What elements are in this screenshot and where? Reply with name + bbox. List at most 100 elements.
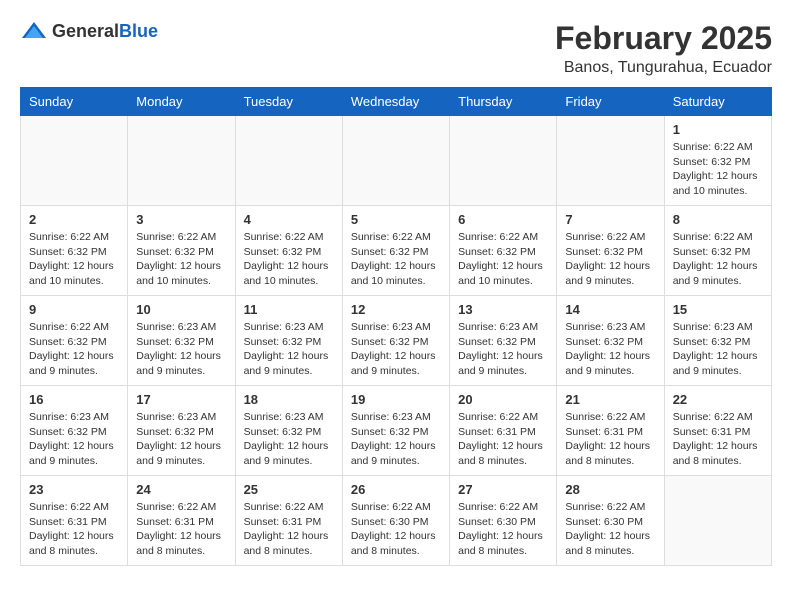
day-info: Sunrise: 6:22 AM Sunset: 6:32 PM Dayligh…	[673, 140, 763, 199]
logo-icon	[20, 20, 48, 42]
day-number: 14	[565, 302, 655, 317]
day-info: Sunrise: 6:23 AM Sunset: 6:32 PM Dayligh…	[29, 410, 119, 469]
calendar-cell	[21, 116, 128, 206]
calendar-cell: 14 Sunrise: 6:23 AM Sunset: 6:32 PM Dayli…	[557, 296, 664, 386]
calendar-cell: 10 Sunrise: 6:23 AM Sunset: 6:32 PM Dayli…	[128, 296, 235, 386]
calendar-cell: 5 Sunrise: 6:22 AM Sunset: 6:32 PM Daylig…	[342, 206, 449, 296]
day-number: 20	[458, 392, 548, 407]
calendar-week-row: 9Sunrise: 6:22 AM Sunset: 6:32 PM Daylig…	[21, 296, 772, 386]
day-info: Sunrise: 6:22 AM Sunset: 6:32 PM Dayligh…	[136, 230, 226, 289]
calendar-cell: 16 Sunrise: 6:23 AM Sunset: 6:32 PM Dayli…	[21, 386, 128, 476]
location-title: Banos, Tungurahua, Ecuador	[555, 59, 772, 77]
logo: GeneralBlue	[20, 20, 158, 42]
calendar-cell: 2Sunrise: 6:22 AM Sunset: 6:32 PM Daylig…	[21, 206, 128, 296]
calendar-cell: 19 Sunrise: 6:23 AM Sunset: 6:32 PM Dayli…	[342, 386, 449, 476]
calendar-cell: 23 Sunrise: 6:22 AM Sunset: 6:31 PM Dayli…	[21, 476, 128, 566]
calendar-cell	[450, 116, 557, 206]
day-info: Sunrise: 6:23 AM Sunset: 6:32 PM Dayligh…	[244, 320, 334, 379]
calendar-cell: 28 Sunrise: 6:22 AM Sunset: 6:30 PM Dayli…	[557, 476, 664, 566]
day-info: Sunrise: 6:23 AM Sunset: 6:32 PM Dayligh…	[244, 410, 334, 469]
day-info: Sunrise: 6:22 AM Sunset: 6:31 PM Dayligh…	[244, 500, 334, 559]
calendar-cell: 6 Sunrise: 6:22 AM Sunset: 6:32 PM Daylig…	[450, 206, 557, 296]
day-number: 19	[351, 392, 441, 407]
day-info: Sunrise: 6:23 AM Sunset: 6:32 PM Dayligh…	[351, 410, 441, 469]
day-number: 16	[29, 392, 119, 407]
calendar-cell: 12 Sunrise: 6:23 AM Sunset: 6:32 PM Dayli…	[342, 296, 449, 386]
day-number: 1	[673, 122, 763, 137]
day-number: 18	[244, 392, 334, 407]
calendar-cell	[557, 116, 664, 206]
calendar-cell: 1 Sunrise: 6:22 AM Sunset: 6:32 PM Daylig…	[664, 116, 771, 206]
logo-blue: Blue	[119, 21, 158, 41]
day-info: Sunrise: 6:22 AM Sunset: 6:31 PM Dayligh…	[29, 500, 119, 559]
day-number: 7	[565, 212, 655, 227]
day-info: Sunrise: 6:22 AM Sunset: 6:32 PM Dayligh…	[29, 320, 119, 379]
day-info: Sunrise: 6:23 AM Sunset: 6:32 PM Dayligh…	[673, 320, 763, 379]
calendar-cell: 20 Sunrise: 6:22 AM Sunset: 6:31 PM Dayli…	[450, 386, 557, 476]
day-info: Sunrise: 6:23 AM Sunset: 6:32 PM Dayligh…	[136, 410, 226, 469]
day-number: 17	[136, 392, 226, 407]
day-number: 22	[673, 392, 763, 407]
day-number: 10	[136, 302, 226, 317]
calendar-cell: 15 Sunrise: 6:23 AM Sunset: 6:32 PM Dayli…	[664, 296, 771, 386]
calendar-cell: 25 Sunrise: 6:22 AM Sunset: 6:31 PM Dayli…	[235, 476, 342, 566]
day-info: Sunrise: 6:22 AM Sunset: 6:31 PM Dayligh…	[458, 410, 548, 469]
page-header: GeneralBlue February 2025 Banos, Tungura…	[20, 20, 772, 77]
calendar-cell: 26 Sunrise: 6:22 AM Sunset: 6:30 PM Dayli…	[342, 476, 449, 566]
calendar-cell: 18 Sunrise: 6:23 AM Sunset: 6:32 PM Dayli…	[235, 386, 342, 476]
day-number: 15	[673, 302, 763, 317]
day-info: Sunrise: 6:23 AM Sunset: 6:32 PM Dayligh…	[351, 320, 441, 379]
calendar-cell	[128, 116, 235, 206]
day-info: Sunrise: 6:23 AM Sunset: 6:32 PM Dayligh…	[136, 320, 226, 379]
day-info: Sunrise: 6:22 AM Sunset: 6:32 PM Dayligh…	[673, 230, 763, 289]
day-info: Sunrise: 6:22 AM Sunset: 6:31 PM Dayligh…	[565, 410, 655, 469]
calendar-week-row: 1 Sunrise: 6:22 AM Sunset: 6:32 PM Daylig…	[21, 116, 772, 206]
day-info: Sunrise: 6:22 AM Sunset: 6:30 PM Dayligh…	[565, 500, 655, 559]
day-number: 8	[673, 212, 763, 227]
calendar-week-row: 2 Sunrise: 6:22 AM Sunset: 6:32 PM Daylig…	[21, 206, 772, 296]
calendar-cell: 7 Sunrise: 6:22 AM Sunset: 6:32 PM Daylig…	[557, 206, 664, 296]
calendar-cell: 27Sunrise: 6:22 AM Sunset: 6:30 PM Dayli…	[450, 476, 557, 566]
day-number: 25	[244, 482, 334, 497]
calendar-week-row: 16 Sunrise: 6:23 AM Sunset: 6:32 PM Dayli…	[21, 386, 772, 476]
day-number: 23	[29, 482, 119, 497]
day-number: 12	[351, 302, 441, 317]
calendar-cell: 9Sunrise: 6:22 AM Sunset: 6:32 PM Daylig…	[21, 296, 128, 386]
day-number: 11	[244, 302, 334, 317]
day-number: 2	[29, 212, 119, 227]
day-number: 5	[351, 212, 441, 227]
calendar-cell	[235, 116, 342, 206]
day-info: Sunrise: 6:22 AM Sunset: 6:30 PM Dayligh…	[351, 500, 441, 559]
title-area: February 2025 Banos, Tungurahua, Ecuador	[555, 20, 772, 77]
day-info: Sunrise: 6:22 AM Sunset: 6:31 PM Dayligh…	[673, 410, 763, 469]
day-number: 28	[565, 482, 655, 497]
calendar-cell	[664, 476, 771, 566]
day-info: Sunrise: 6:22 AM Sunset: 6:32 PM Dayligh…	[458, 230, 548, 289]
weekday-header-thursday: Thursday	[450, 88, 557, 116]
weekday-header-sunday: Sunday	[21, 88, 128, 116]
calendar-cell: 17 Sunrise: 6:23 AM Sunset: 6:32 PM Dayli…	[128, 386, 235, 476]
day-info: Sunrise: 6:23 AM Sunset: 6:32 PM Dayligh…	[565, 320, 655, 379]
calendar-week-row: 23 Sunrise: 6:22 AM Sunset: 6:31 PM Dayli…	[21, 476, 772, 566]
day-number: 3	[136, 212, 226, 227]
calendar-cell: 11 Sunrise: 6:23 AM Sunset: 6:32 PM Dayli…	[235, 296, 342, 386]
day-info: Sunrise: 6:23 AM Sunset: 6:32 PM Dayligh…	[458, 320, 548, 379]
weekday-header-row: SundayMondayTuesdayWednesdayThursdayFrid…	[21, 88, 772, 116]
day-info: Sunrise: 6:22 AM Sunset: 6:32 PM Dayligh…	[565, 230, 655, 289]
calendar-cell: 8 Sunrise: 6:22 AM Sunset: 6:32 PM Daylig…	[664, 206, 771, 296]
calendar-cell: 3 Sunrise: 6:22 AM Sunset: 6:32 PM Daylig…	[128, 206, 235, 296]
day-number: 21	[565, 392, 655, 407]
calendar-cell	[342, 116, 449, 206]
calendar-cell: 13 Sunrise: 6:23 AM Sunset: 6:32 PM Dayli…	[450, 296, 557, 386]
day-number: 13	[458, 302, 548, 317]
day-number: 26	[351, 482, 441, 497]
day-number: 6	[458, 212, 548, 227]
weekday-header-friday: Friday	[557, 88, 664, 116]
calendar-cell: 21 Sunrise: 6:22 AM Sunset: 6:31 PM Dayli…	[557, 386, 664, 476]
day-number: 24	[136, 482, 226, 497]
logo-general: General	[52, 21, 119, 41]
weekday-header-wednesday: Wednesday	[342, 88, 449, 116]
day-number: 27	[458, 482, 548, 497]
day-info: Sunrise: 6:22 AM Sunset: 6:32 PM Dayligh…	[351, 230, 441, 289]
calendar-cell: 4Sunrise: 6:22 AM Sunset: 6:32 PM Daylig…	[235, 206, 342, 296]
